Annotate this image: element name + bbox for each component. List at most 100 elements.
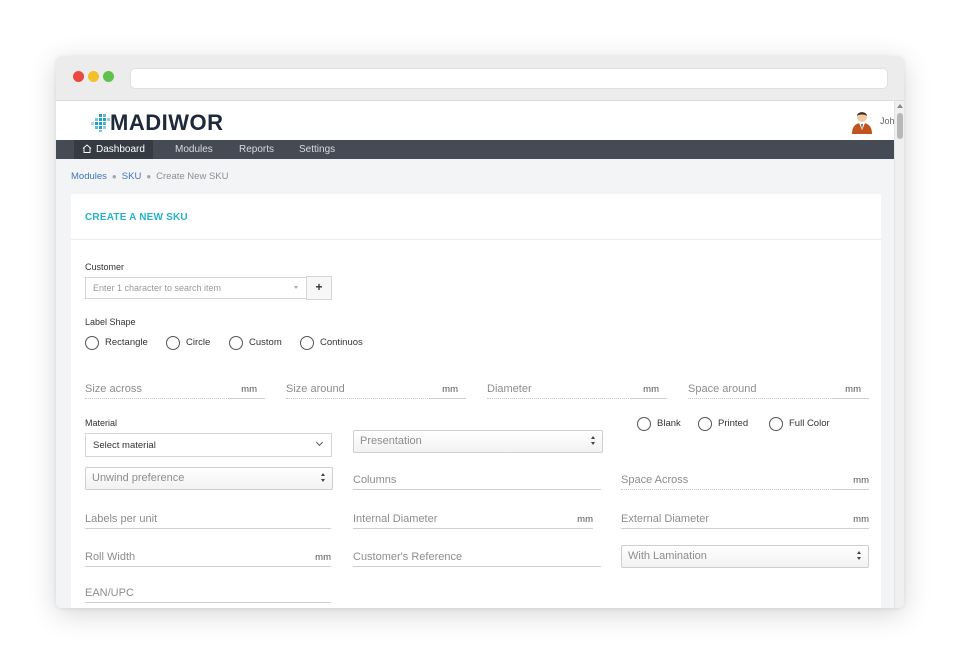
radio-circle[interactable]: Circle bbox=[166, 334, 211, 350]
radio-continuos[interactable]: Continuos bbox=[300, 334, 363, 350]
customer-search-placeholder: Enter 1 character to search item bbox=[93, 283, 222, 293]
unwind-preference-placeholder: Unwind preference bbox=[92, 472, 185, 484]
radio-label: Custom bbox=[249, 337, 282, 349]
add-customer-button[interactable]: + bbox=[306, 276, 332, 300]
vertical-scrollbar[interactable] bbox=[894, 101, 904, 608]
roll-width-input[interactable]: Roll Width mm bbox=[85, 549, 331, 567]
unit-underline bbox=[631, 398, 667, 399]
address-bar[interactable] bbox=[130, 68, 888, 89]
size-around-input[interactable]: Size around mm bbox=[286, 381, 466, 399]
input-underline bbox=[353, 566, 601, 567]
space-around-input[interactable]: Space around mm bbox=[688, 381, 869, 399]
size-around-unit: mm bbox=[442, 384, 458, 395]
plus-icon: + bbox=[315, 280, 323, 294]
radio-circle-icon bbox=[300, 335, 314, 350]
roll-width-placeholder: Roll Width bbox=[85, 551, 136, 563]
breadcrumb-separator-icon: ● bbox=[146, 172, 152, 181]
scroll-up-icon[interactable] bbox=[897, 104, 903, 108]
external-diameter-placeholder: External Diameter bbox=[621, 513, 710, 525]
close-window-icon[interactable] bbox=[73, 71, 84, 82]
radio-full-color[interactable]: Full Color bbox=[769, 415, 830, 431]
unit-underline bbox=[430, 398, 466, 399]
size-across-placeholder: Size across bbox=[85, 383, 142, 395]
breadcrumb: Modules ● SKU ● Create New SKU bbox=[71, 171, 229, 182]
input-underline bbox=[621, 489, 869, 490]
input-underline bbox=[85, 602, 331, 603]
columns-input[interactable]: Columns bbox=[353, 472, 601, 490]
unit-underline bbox=[833, 489, 869, 490]
internal-diameter-input[interactable]: Internal Diameter mm bbox=[353, 511, 593, 529]
chevron-down-icon bbox=[315, 438, 324, 447]
radio-custom[interactable]: Custom bbox=[229, 334, 282, 350]
nav-item-label: Dashboard bbox=[96, 144, 145, 155]
select-arrows-icon bbox=[321, 472, 327, 484]
external-diameter-unit: mm bbox=[853, 514, 869, 525]
space-across-unit: mm bbox=[853, 475, 869, 486]
radio-label: Continuos bbox=[320, 337, 363, 349]
presentation-placeholder: Presentation bbox=[360, 435, 422, 447]
create-sku-card: CREATE A NEW SKU Customer Enter 1 charac… bbox=[71, 194, 881, 608]
nav-item-reports[interactable]: Reports bbox=[231, 140, 282, 159]
ean-upc-placeholder: EAN/UPC bbox=[85, 587, 134, 599]
radio-rectangle[interactable]: Rectangle bbox=[85, 334, 148, 350]
select-arrows-icon bbox=[857, 550, 863, 562]
browser-window: MADIWOR John McClane Dashboard Modules bbox=[56, 56, 904, 608]
radio-label: Full Color bbox=[789, 418, 830, 430]
unwind-preference-select[interactable]: Unwind preference bbox=[85, 467, 333, 490]
unit-underline bbox=[229, 398, 265, 399]
ean-upc-input[interactable]: EAN/UPC bbox=[85, 585, 331, 603]
radio-circle-icon bbox=[637, 416, 651, 431]
brand-name: MADIWOR bbox=[110, 110, 224, 135]
material-select-value: Select material bbox=[93, 440, 156, 451]
input-underline bbox=[621, 528, 869, 529]
diameter-placeholder: Diameter bbox=[487, 383, 532, 395]
diameter-unit: mm bbox=[643, 384, 659, 395]
space-across-placeholder: Space Across bbox=[621, 474, 689, 486]
radio-circle-icon bbox=[229, 335, 243, 350]
nav-item-settings[interactable]: Settings bbox=[291, 140, 343, 159]
nav-item-label: Settings bbox=[299, 144, 336, 155]
radio-circle-icon bbox=[85, 335, 99, 350]
labels-per-unit-input[interactable]: Labels per unit bbox=[85, 511, 331, 529]
lamination-value: With Lamination bbox=[628, 550, 707, 562]
maximize-window-icon[interactable] bbox=[103, 71, 114, 82]
input-underline bbox=[353, 489, 601, 490]
labels-per-unit-placeholder: Labels per unit bbox=[85, 513, 158, 525]
minimize-window-icon[interactable] bbox=[88, 71, 99, 82]
breadcrumb-separator-icon: ● bbox=[111, 172, 117, 181]
customer-reference-placeholder: Customer's Reference bbox=[353, 551, 463, 563]
space-across-input[interactable]: Space Across mm bbox=[621, 472, 869, 490]
breadcrumb-sku[interactable]: SKU bbox=[122, 171, 142, 182]
scrollbar-thumb[interactable] bbox=[897, 113, 903, 139]
external-diameter-input[interactable]: External Diameter mm bbox=[621, 511, 869, 529]
header: MADIWOR John McClane bbox=[56, 101, 894, 140]
unit-underline bbox=[833, 398, 869, 399]
nav-item-modules[interactable]: Modules bbox=[167, 140, 221, 159]
space-around-unit: mm bbox=[845, 384, 861, 395]
madiwor-logo-mark-icon bbox=[91, 114, 110, 132]
nav-item-label: Reports bbox=[239, 144, 275, 155]
lamination-select[interactable]: With Lamination bbox=[621, 545, 869, 568]
size-across-unit: mm bbox=[241, 384, 257, 395]
nav-item-label: Modules bbox=[175, 144, 213, 155]
customer-search-input[interactable]: Enter 1 character to search item bbox=[85, 277, 312, 299]
radio-label: Rectangle bbox=[105, 337, 148, 349]
radio-label: Circle bbox=[186, 337, 211, 349]
user-name: John McClane bbox=[880, 116, 894, 126]
size-around-placeholder: Size around bbox=[286, 383, 345, 395]
customer-reference-input[interactable]: Customer's Reference bbox=[353, 549, 601, 567]
diameter-input[interactable]: Diameter mm bbox=[487, 381, 667, 399]
label-shape-label: Label Shape bbox=[85, 317, 136, 327]
material-select[interactable]: Select material bbox=[85, 433, 332, 457]
customer-label: Customer bbox=[85, 262, 125, 272]
radio-blank[interactable]: Blank bbox=[637, 415, 681, 431]
presentation-select[interactable]: Presentation bbox=[353, 430, 603, 453]
size-across-input[interactable]: Size across mm bbox=[85, 381, 265, 399]
radio-printed[interactable]: Printed bbox=[698, 415, 749, 431]
nav-item-dashboard[interactable]: Dashboard bbox=[74, 140, 153, 159]
radio-label: Blank bbox=[657, 418, 681, 430]
input-underline bbox=[85, 566, 331, 567]
brand-logo[interactable]: MADIWOR bbox=[90, 111, 240, 135]
breadcrumb-modules[interactable]: Modules bbox=[71, 171, 107, 182]
radio-label: Printed bbox=[718, 418, 749, 430]
